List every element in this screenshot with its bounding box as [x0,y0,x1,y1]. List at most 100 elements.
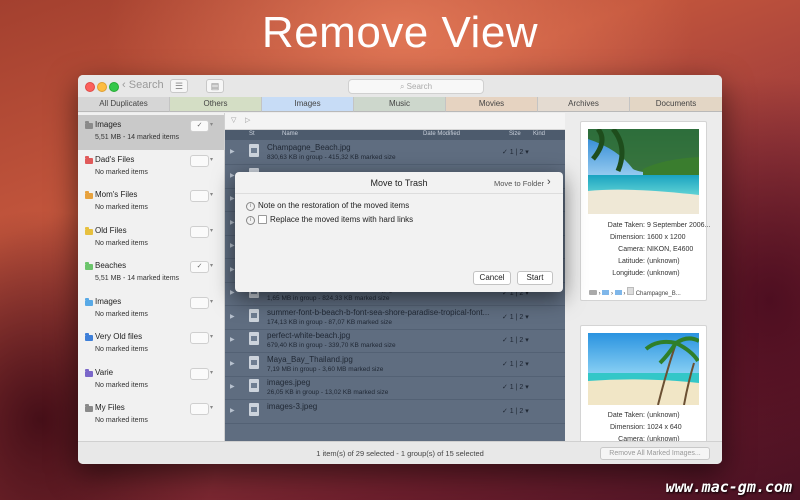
tab-movies[interactable]: Movies [446,97,538,112]
include-checkbox[interactable] [190,403,209,415]
sidebar-item-dads-files[interactable]: Dad's Files No marked items ▾ [78,150,224,185]
table-row[interactable]: ▶ Champagne_Beach.jpg 830,63 KB in group -… [225,141,565,165]
chevron-down-icon[interactable]: ▾ [208,261,215,271]
sidebar-item-varie[interactable]: Varie No marked items ▾ [78,363,224,398]
include-checkbox[interactable] [190,155,209,167]
sidebar-item-label: Old Files [95,226,127,235]
disclosure-triangle-icon[interactable]: ▶ [230,336,235,343]
chevron-down-icon[interactable]: ▾ [208,226,215,236]
disclosure-triangle-icon[interactable]: ▶ [230,289,235,296]
include-checkbox[interactable] [190,226,209,238]
column-date-modified[interactable]: Date Modified [423,131,460,137]
disclosure-triangle-icon[interactable]: ▶ [230,172,235,179]
preview-card-2: Date Taken: (unknown) Dimension: 1024 x … [580,325,707,457]
folder-icon [602,290,610,295]
category-tabs: All Duplicates Others Images Music Movie… [78,97,722,112]
list-view-button[interactable]: ☰ [170,79,188,93]
chevron-down-icon[interactable]: ▾ [208,297,215,307]
back-search-label: Search [128,79,164,91]
column-name[interactable]: Name [282,131,298,137]
meta-date-taken: Date Taken: (unknown) [585,412,680,419]
remove-all-marked-button[interactable]: Remove All Marked Images... [600,447,710,460]
table-row[interactable]: ▶ images-3.jpeg ✓ 1 | 2 ▾ [225,400,565,424]
chevron-down-icon[interactable]: ▾ [208,403,215,413]
group-size: 1,65 MB in group - 824,33 KB marked size [267,295,390,302]
search-placeholder: Search [406,82,433,91]
column-st[interactable]: St [249,131,255,137]
sidebar-item-images-2[interactable]: Images No marked items ▾ [78,292,224,327]
folder-icon [614,290,622,295]
image-file-icon [249,402,259,416]
minimize-window-button[interactable] [97,82,107,92]
folder-icon [85,227,93,235]
expand-triangle-icon[interactable]: ▷ [245,116,250,124]
move-to-folder-link[interactable]: Move to Folder [494,179,544,188]
disclosure-triangle-icon[interactable]: ▶ [230,242,235,249]
marked-count[interactable]: ✓ 1 | 2 ▾ [502,360,529,368]
tab-archives[interactable]: Archives [538,97,630,112]
beach-photo-2-image [588,333,699,405]
tab-images[interactable]: Images [262,97,354,112]
group-size: 26,05 KB in group - 13,02 KB marked size [267,389,389,396]
zoom-window-button[interactable] [109,82,119,92]
include-checkbox[interactable] [190,368,209,380]
include-checkbox[interactable]: ✓ [190,120,209,132]
list-icon: ☰ [174,81,184,91]
include-checkbox[interactable]: ✓ [190,261,209,273]
marked-count[interactable]: ✓ 1 | 2 ▾ [502,383,529,391]
column-size[interactable]: Size [509,131,521,137]
tab-music[interactable]: Music [354,97,446,112]
collapse-triangle-icon[interactable]: ▽ [231,116,236,124]
chevron-down-icon[interactable]: ▾ [208,368,215,378]
marked-count[interactable]: ✓ 1 | 2 ▾ [502,148,529,156]
tab-others[interactable]: Others [170,97,262,112]
table-row[interactable]: ▶ Maya_Bay_Thailand.jpg 7,19 MB in group -… [225,353,565,377]
image-file-icon [249,144,259,157]
disclosure-triangle-icon[interactable]: ▶ [230,313,235,320]
hard-links-checkbox[interactable] [258,215,267,224]
tab-all-duplicates[interactable]: All Duplicates [78,97,170,112]
table-row[interactable]: ▶ perfect-white-beach.jpg 679,40 KB in gro… [225,329,565,353]
table-row[interactable]: ▶ summer-font-b-beach-b-font-sea-shore-pa… [225,306,565,330]
include-checkbox[interactable] [190,190,209,202]
sidebar-item-beaches[interactable]: Beaches 5,51 MB - 14 marked items ✓ ▾ [78,256,224,291]
sidebar-item-very-old-files[interactable]: Very Old files No marked items ▾ [78,327,224,362]
sidebar-item-moms-files[interactable]: Mom's Files No marked items ▾ [78,185,224,220]
disclosure-triangle-icon[interactable]: ▶ [230,266,235,273]
column-kind[interactable]: Kind [533,131,545,137]
preview-toggle-button[interactable]: ▤ [206,79,224,93]
table-row[interactable]: ▶ images.jpeg 26,05 KB in group - 13,02 KB… [225,376,565,400]
include-checkbox[interactable] [190,297,209,309]
tab-documents[interactable]: Documents [630,97,722,112]
folder-icon [85,369,93,377]
chevron-down-icon[interactable]: ▾ [208,155,215,165]
chevron-down-icon[interactable]: ▾ [208,332,215,342]
include-checkbox[interactable] [190,332,209,344]
hard-links-label[interactable]: Replace the moved items with hard links [270,215,413,224]
meta-latitude: Latitude: (unknown) [585,258,680,265]
disclosure-triangle-icon[interactable]: ▶ [230,360,235,367]
chevron-right-icon: › [611,291,614,297]
file-path-bar[interactable]: › › › Champagne_B... [589,287,701,297]
search-input[interactable]: ⌕ Search [348,79,484,94]
disclosure-triangle-icon[interactable]: ▶ [230,383,235,390]
disclosure-triangle-icon[interactable]: ▶ [230,219,235,226]
list-column-header: St Name Date Modified Size Kind [225,130,565,140]
chevron-right-icon[interactable]: › [547,176,551,188]
marked-count[interactable]: ✓ 1 | 2 ▾ [502,313,529,321]
sidebar-item-images[interactable]: Images 5,51 MB - 14 marked items ✓ ▾ [78,115,224,150]
info-icon: i [246,202,255,211]
disclosure-triangle-icon[interactable]: ▶ [230,195,235,202]
chevron-down-icon[interactable]: ▾ [208,190,215,200]
cancel-button[interactable]: Cancel [473,271,511,285]
chevron-down-icon[interactable]: ▾ [208,120,215,130]
marked-count[interactable]: ✓ 1 | 2 ▾ [502,336,529,344]
sidebar-item-old-files[interactable]: Old Files No marked items ▾ [78,221,224,256]
disclosure-triangle-icon[interactable]: ▶ [230,148,235,155]
sidebar-item-my-files[interactable]: My Files No marked items ▾ [78,398,224,433]
start-button[interactable]: Start [517,271,553,285]
close-window-button[interactable] [85,82,95,92]
marked-count[interactable]: ✓ 1 | 2 ▾ [502,407,529,415]
back-search-button[interactable]: ‹ Search [122,79,164,91]
disclosure-triangle-icon[interactable]: ▶ [230,407,235,414]
